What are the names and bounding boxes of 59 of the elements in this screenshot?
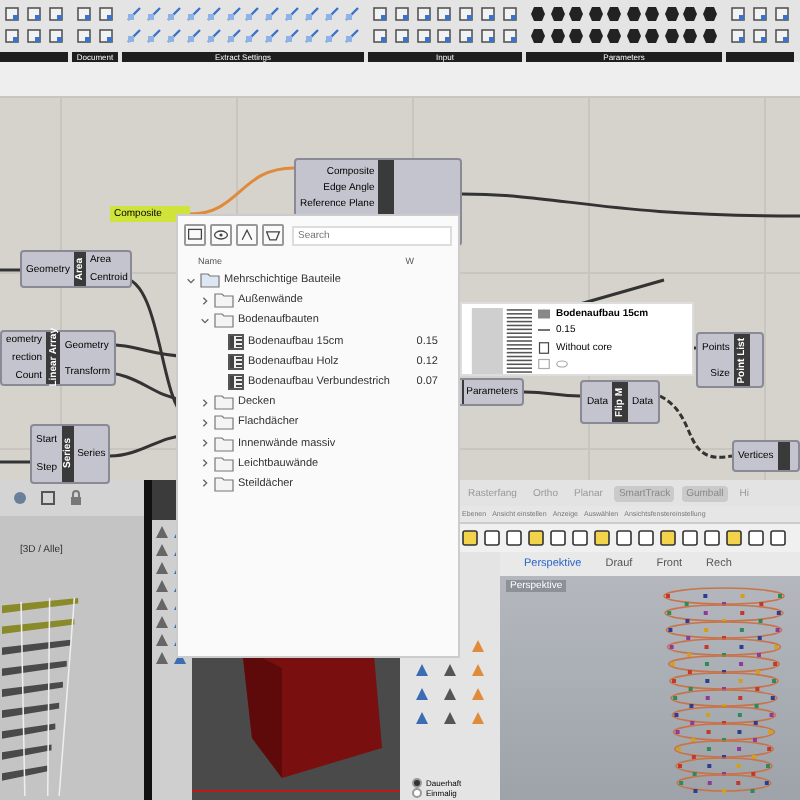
- tool-icon[interactable]: [262, 224, 284, 246]
- wire: [0, 460, 30, 464]
- wire: [579, 278, 665, 306]
- layers-icon: [538, 308, 550, 320]
- tool-icon[interactable]: [98, 6, 114, 22]
- chevron-icon[interactable]: [200, 397, 210, 408]
- tool-icon[interactable]: [480, 28, 497, 44]
- tool-icon[interactable]: [4, 6, 20, 22]
- chevron-icon[interactable]: [200, 417, 210, 428]
- eye-icon[interactable]: [210, 224, 232, 246]
- tool-icon[interactable]: [458, 28, 475, 44]
- tool-icon[interactable]: [752, 6, 768, 22]
- tool-icon[interactable]: [752, 28, 768, 44]
- core-icon: [538, 341, 550, 354]
- chevron-icon[interactable]: [200, 315, 210, 326]
- library-folder-icon: [200, 272, 220, 289]
- tool-icon[interactable]: [730, 28, 746, 44]
- tool-icon[interactable]: [76, 28, 92, 44]
- eye-icon: [556, 357, 568, 370]
- tool-icon[interactable]: [774, 6, 790, 22]
- tool-icon[interactable]: [48, 28, 64, 44]
- tool-icon[interactable]: [436, 6, 453, 22]
- wire: [659, 394, 733, 459]
- comment-icon[interactable]: [184, 224, 206, 246]
- tool-icon[interactable]: [4, 28, 20, 44]
- tool-icon[interactable]: [76, 6, 92, 22]
- tool-icon[interactable]: [501, 6, 518, 22]
- chevron-icon[interactable]: [200, 478, 210, 489]
- lock-icon[interactable]: [68, 490, 84, 506]
- tool-icon[interactable]: [730, 6, 746, 22]
- comment-icon: [538, 357, 550, 370]
- tool-icon[interactable]: [48, 6, 64, 22]
- tool-icon[interactable]: [393, 6, 410, 22]
- tool-icon[interactable]: [372, 6, 388, 22]
- tool-icon[interactable]: [26, 28, 42, 44]
- tool-icon[interactable]: [415, 6, 432, 22]
- material-layer-icon: [228, 333, 244, 350]
- tool-icon[interactable]: [372, 28, 388, 44]
- material-layer-icon: [228, 353, 244, 370]
- wire: [0, 268, 20, 272]
- tool-icon[interactable]: [774, 28, 790, 44]
- tool-icon[interactable]: [501, 28, 518, 44]
- wire: [189, 166, 295, 216]
- chevron-icon[interactable]: [200, 458, 210, 469]
- material-layer-icon: [228, 374, 244, 391]
- tool-icon[interactable]: [458, 6, 475, 22]
- tool-icon[interactable]: [393, 28, 410, 44]
- wire: [523, 390, 581, 398]
- tool-icon[interactable]: [480, 6, 497, 22]
- tool-icon[interactable]: [98, 28, 114, 44]
- tool-icon[interactable]: [26, 6, 42, 22]
- radio-button[interactable]: [412, 788, 422, 798]
- tool-icon[interactable]: [415, 28, 432, 44]
- chevron-icon[interactable]: [200, 438, 210, 449]
- chevron-icon[interactable]: [200, 295, 210, 306]
- tool-icon[interactable]: [436, 28, 453, 44]
- chevron-icon[interactable]: [186, 275, 196, 286]
- tool-icon[interactable]: [236, 224, 258, 246]
- layer-swatch-icon: [466, 308, 532, 374]
